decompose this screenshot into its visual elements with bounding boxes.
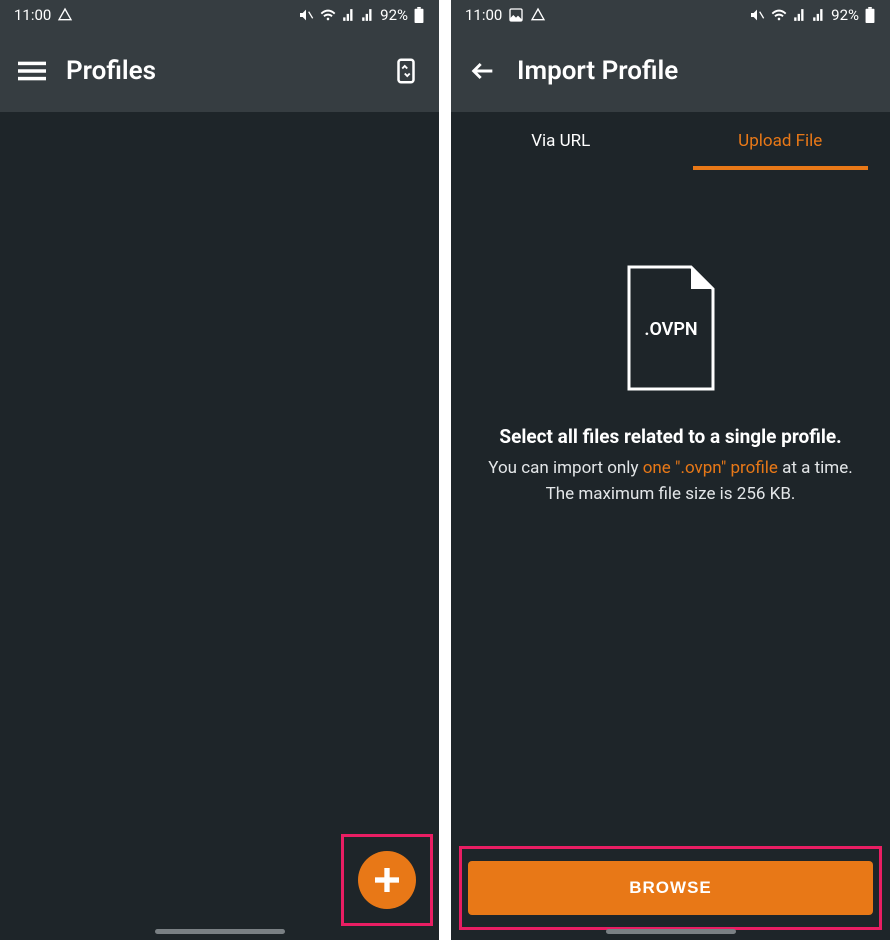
add-profile-button[interactable] xyxy=(358,851,416,909)
battery-percent: 92% xyxy=(380,6,408,24)
signal-icon xyxy=(793,8,807,22)
ovpn-file-icon: .OVPN xyxy=(627,265,715,391)
mute-icon xyxy=(749,7,765,23)
wifi-icon xyxy=(770,7,788,23)
status-bar: 11:00 92% xyxy=(451,0,890,30)
browse-highlight-box: BROWSE xyxy=(459,846,882,930)
signal2-icon xyxy=(361,8,375,22)
mute-icon xyxy=(298,7,314,23)
upload-content: .OVPN Select all files related to a sing… xyxy=(451,170,890,527)
wifi-icon xyxy=(319,7,337,23)
tab-via-url[interactable]: Via URL xyxy=(451,112,671,170)
browse-button[interactable]: BROWSE xyxy=(468,861,873,915)
nav-indicator xyxy=(155,929,285,934)
file-extension-label: .OVPN xyxy=(644,319,697,340)
menu-icon[interactable] xyxy=(18,57,46,85)
status-time: 11:00 xyxy=(465,6,502,24)
app-bar: Profiles xyxy=(0,30,439,112)
image-icon xyxy=(508,7,524,23)
page-title: Import Profile xyxy=(517,56,872,86)
tab-upload-file[interactable]: Upload File xyxy=(671,112,890,170)
upload-description: You can import only one ".ovpn" profile … xyxy=(471,456,870,507)
signal-icon xyxy=(342,8,356,22)
nav-indicator xyxy=(606,929,736,934)
battery-percent: 92% xyxy=(831,6,859,24)
swap-device-icon[interactable] xyxy=(391,56,421,86)
highlight-ovpn: one ".ovpn" profile xyxy=(643,458,778,478)
import-screen: 11:00 92% xyxy=(451,0,890,940)
triangle-icon xyxy=(57,7,73,23)
import-tabs: Via URL Upload File xyxy=(451,112,890,170)
page-title: Profiles xyxy=(66,56,371,86)
signal2-icon xyxy=(812,8,826,22)
status-bar: 11:00 92% xyxy=(0,0,439,30)
status-time: 11:00 xyxy=(14,6,51,24)
profiles-screen: 11:00 92% Pro xyxy=(0,0,439,940)
triangle-icon xyxy=(530,7,546,23)
app-bar: Import Profile xyxy=(451,30,890,112)
battery-icon xyxy=(413,7,425,23)
fab-highlight-box xyxy=(341,834,433,926)
upload-heading: Select all files related to a single pro… xyxy=(471,425,870,448)
battery-icon xyxy=(864,7,876,23)
back-icon[interactable] xyxy=(469,57,497,85)
profiles-content xyxy=(0,112,439,940)
